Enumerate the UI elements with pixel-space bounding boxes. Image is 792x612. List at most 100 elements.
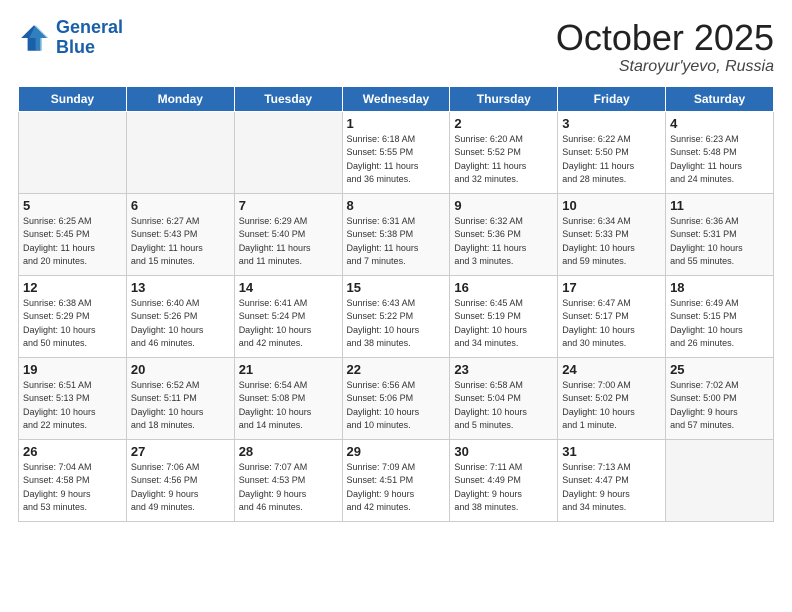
logo-icon: [18, 22, 50, 54]
day-number: 25: [670, 362, 769, 377]
calendar-cell: [19, 111, 127, 193]
calendar-cell: 25Sunrise: 7:02 AM Sunset: 5:00 PM Dayli…: [666, 357, 774, 439]
title-block: October 2025 Staroyur'yevo, Russia: [556, 18, 774, 76]
day-number: 27: [131, 444, 230, 459]
logo: General Blue: [18, 18, 123, 58]
day-number: 10: [562, 198, 661, 213]
day-info: Sunrise: 7:11 AM Sunset: 4:49 PM Dayligh…: [454, 461, 553, 515]
day-number: 12: [23, 280, 122, 295]
day-info: Sunrise: 7:04 AM Sunset: 4:58 PM Dayligh…: [23, 461, 122, 515]
day-number: 30: [454, 444, 553, 459]
day-info: Sunrise: 6:51 AM Sunset: 5:13 PM Dayligh…: [23, 379, 122, 433]
day-info: Sunrise: 6:43 AM Sunset: 5:22 PM Dayligh…: [347, 297, 446, 351]
calendar-cell: 5 Sunrise: 6:25 AM Sunset: 5:45 PM Daylig…: [19, 193, 127, 275]
day-info: Sunrise: 7:06 AM Sunset: 4:56 PM Dayligh…: [131, 461, 230, 515]
day-info: Sunrise: 6:32 AM Sunset: 5:36 PM Dayligh…: [454, 215, 553, 269]
day-info: Sunrise: 6:27 AM Sunset: 5:43 PM Dayligh…: [131, 215, 230, 269]
calendar-cell: 3 Sunrise: 6:22 AM Sunset: 5:50 PM Daylig…: [558, 111, 666, 193]
day-number: 8: [347, 198, 446, 213]
day-number: 26: [23, 444, 122, 459]
calendar-cell: 29 Sunrise: 7:09 AM Sunset: 4:51 PM Dayli…: [342, 439, 450, 521]
day-number: 5: [23, 198, 122, 213]
header: General Blue October 2025 Staroyur'yevo,…: [18, 18, 774, 76]
calendar-cell: 28 Sunrise: 7:07 AM Sunset: 4:53 PM Dayli…: [234, 439, 342, 521]
day-info: Sunrise: 7:09 AM Sunset: 4:51 PM Dayligh…: [347, 461, 446, 515]
day-info: Sunrise: 6:20 AM Sunset: 5:52 PM Dayligh…: [454, 133, 553, 187]
calendar-cell: 19 Sunrise: 6:51 AM Sunset: 5:13 PM Dayli…: [19, 357, 127, 439]
day-info: Sunrise: 6:47 AM Sunset: 5:17 PM Dayligh…: [562, 297, 661, 351]
weekday-header-saturday: Saturday: [666, 86, 774, 111]
day-number: 22: [347, 362, 446, 377]
month-title: October 2025: [556, 18, 774, 58]
day-info: Sunrise: 7:07 AM Sunset: 4:53 PM Dayligh…: [239, 461, 338, 515]
location-title: Staroyur'yevo, Russia: [556, 58, 774, 76]
day-number: 23: [454, 362, 553, 377]
calendar-cell: 17 Sunrise: 6:47 AM Sunset: 5:17 PM Dayli…: [558, 275, 666, 357]
day-number: 18: [670, 280, 769, 295]
day-info: Sunrise: 7:00 AM Sunset: 5:02 PM Dayligh…: [562, 379, 661, 433]
day-info: Sunrise: 6:40 AM Sunset: 5:26 PM Dayligh…: [131, 297, 230, 351]
day-info: Sunrise: 6:49 AM Sunset: 5:15 PM Dayligh…: [670, 297, 769, 351]
day-number: 3: [562, 116, 661, 131]
day-info: Sunrise: 6:34 AM Sunset: 5:33 PM Dayligh…: [562, 215, 661, 269]
day-info: Sunrise: 6:58 AM Sunset: 5:04 PM Dayligh…: [454, 379, 553, 433]
day-info: Sunrise: 6:36 AM Sunset: 5:31 PM Dayligh…: [670, 215, 769, 269]
calendar-cell: 21 Sunrise: 6:54 AM Sunset: 5:08 PM Dayli…: [234, 357, 342, 439]
calendar-cell: 7 Sunrise: 6:29 AM Sunset: 5:40 PM Daylig…: [234, 193, 342, 275]
calendar-cell: 13Sunrise: 6:40 AM Sunset: 5:26 PM Dayli…: [126, 275, 234, 357]
day-number: 6: [131, 198, 230, 213]
calendar-cell: 2 Sunrise: 6:20 AM Sunset: 5:52 PM Daylig…: [450, 111, 558, 193]
calendar-cell: 14Sunrise: 6:41 AM Sunset: 5:24 PM Dayli…: [234, 275, 342, 357]
day-info: Sunrise: 6:56 AM Sunset: 5:06 PM Dayligh…: [347, 379, 446, 433]
weekday-header-thursday: Thursday: [450, 86, 558, 111]
weekday-header-monday: Monday: [126, 86, 234, 111]
calendar-cell: 30 Sunrise: 7:11 AM Sunset: 4:49 PM Dayli…: [450, 439, 558, 521]
calendar-cell: 22 Sunrise: 6:56 AM Sunset: 5:06 PM Dayli…: [342, 357, 450, 439]
calendar-cell: 24 Sunrise: 7:00 AM Sunset: 5:02 PM Dayli…: [558, 357, 666, 439]
calendar-cell: 23 Sunrise: 6:58 AM Sunset: 5:04 PM Dayli…: [450, 357, 558, 439]
calendar-cell: 4Sunrise: 6:23 AM Sunset: 5:48 PM Daylig…: [666, 111, 774, 193]
day-number: 19: [23, 362, 122, 377]
week-row-3: 12 Sunrise: 6:38 AM Sunset: 5:29 PM Dayli…: [19, 275, 774, 357]
calendar-cell: 20 Sunrise: 6:52 AM Sunset: 5:11 PM Dayli…: [126, 357, 234, 439]
day-number: 2: [454, 116, 553, 131]
day-info: Sunrise: 6:25 AM Sunset: 5:45 PM Dayligh…: [23, 215, 122, 269]
calendar-cell: 15 Sunrise: 6:43 AM Sunset: 5:22 PM Dayli…: [342, 275, 450, 357]
day-number: 4: [670, 116, 769, 131]
day-number: 29: [347, 444, 446, 459]
day-info: Sunrise: 6:38 AM Sunset: 5:29 PM Dayligh…: [23, 297, 122, 351]
calendar-cell: [126, 111, 234, 193]
week-row-2: 5 Sunrise: 6:25 AM Sunset: 5:45 PM Daylig…: [19, 193, 774, 275]
weekday-header-row: SundayMondayTuesdayWednesdayThursdayFrid…: [19, 86, 774, 111]
calendar-cell: 26 Sunrise: 7:04 AM Sunset: 4:58 PM Dayli…: [19, 439, 127, 521]
day-number: 20: [131, 362, 230, 377]
week-row-4: 19 Sunrise: 6:51 AM Sunset: 5:13 PM Dayli…: [19, 357, 774, 439]
day-number: 24: [562, 362, 661, 377]
calendar-cell: [666, 439, 774, 521]
day-number: 17: [562, 280, 661, 295]
calendar-cell: 18 Sunrise: 6:49 AM Sunset: 5:15 PM Dayli…: [666, 275, 774, 357]
day-info: Sunrise: 6:31 AM Sunset: 5:38 PM Dayligh…: [347, 215, 446, 269]
day-info: Sunrise: 6:29 AM Sunset: 5:40 PM Dayligh…: [239, 215, 338, 269]
week-row-5: 26 Sunrise: 7:04 AM Sunset: 4:58 PM Dayli…: [19, 439, 774, 521]
day-number: 21: [239, 362, 338, 377]
weekday-header-wednesday: Wednesday: [342, 86, 450, 111]
calendar-cell: 11 Sunrise: 6:36 AM Sunset: 5:31 PM Dayli…: [666, 193, 774, 275]
day-number: 28: [239, 444, 338, 459]
day-info: Sunrise: 7:13 AM Sunset: 4:47 PM Dayligh…: [562, 461, 661, 515]
day-number: 11: [670, 198, 769, 213]
calendar-cell: 16Sunrise: 6:45 AM Sunset: 5:19 PM Dayli…: [450, 275, 558, 357]
weekday-header-friday: Friday: [558, 86, 666, 111]
day-number: 15: [347, 280, 446, 295]
week-row-1: 1Sunrise: 6:18 AM Sunset: 5:55 PM Daylig…: [19, 111, 774, 193]
day-info: Sunrise: 6:52 AM Sunset: 5:11 PM Dayligh…: [131, 379, 230, 433]
calendar-cell: 1Sunrise: 6:18 AM Sunset: 5:55 PM Daylig…: [342, 111, 450, 193]
calendar-cell: 31Sunrise: 7:13 AM Sunset: 4:47 PM Dayli…: [558, 439, 666, 521]
day-info: Sunrise: 6:22 AM Sunset: 5:50 PM Dayligh…: [562, 133, 661, 187]
day-info: Sunrise: 6:54 AM Sunset: 5:08 PM Dayligh…: [239, 379, 338, 433]
day-number: 16: [454, 280, 553, 295]
calendar-cell: 8 Sunrise: 6:31 AM Sunset: 5:38 PM Daylig…: [342, 193, 450, 275]
day-number: 7: [239, 198, 338, 213]
logo-text: General Blue: [56, 18, 123, 58]
calendar-cell: 12 Sunrise: 6:38 AM Sunset: 5:29 PM Dayli…: [19, 275, 127, 357]
